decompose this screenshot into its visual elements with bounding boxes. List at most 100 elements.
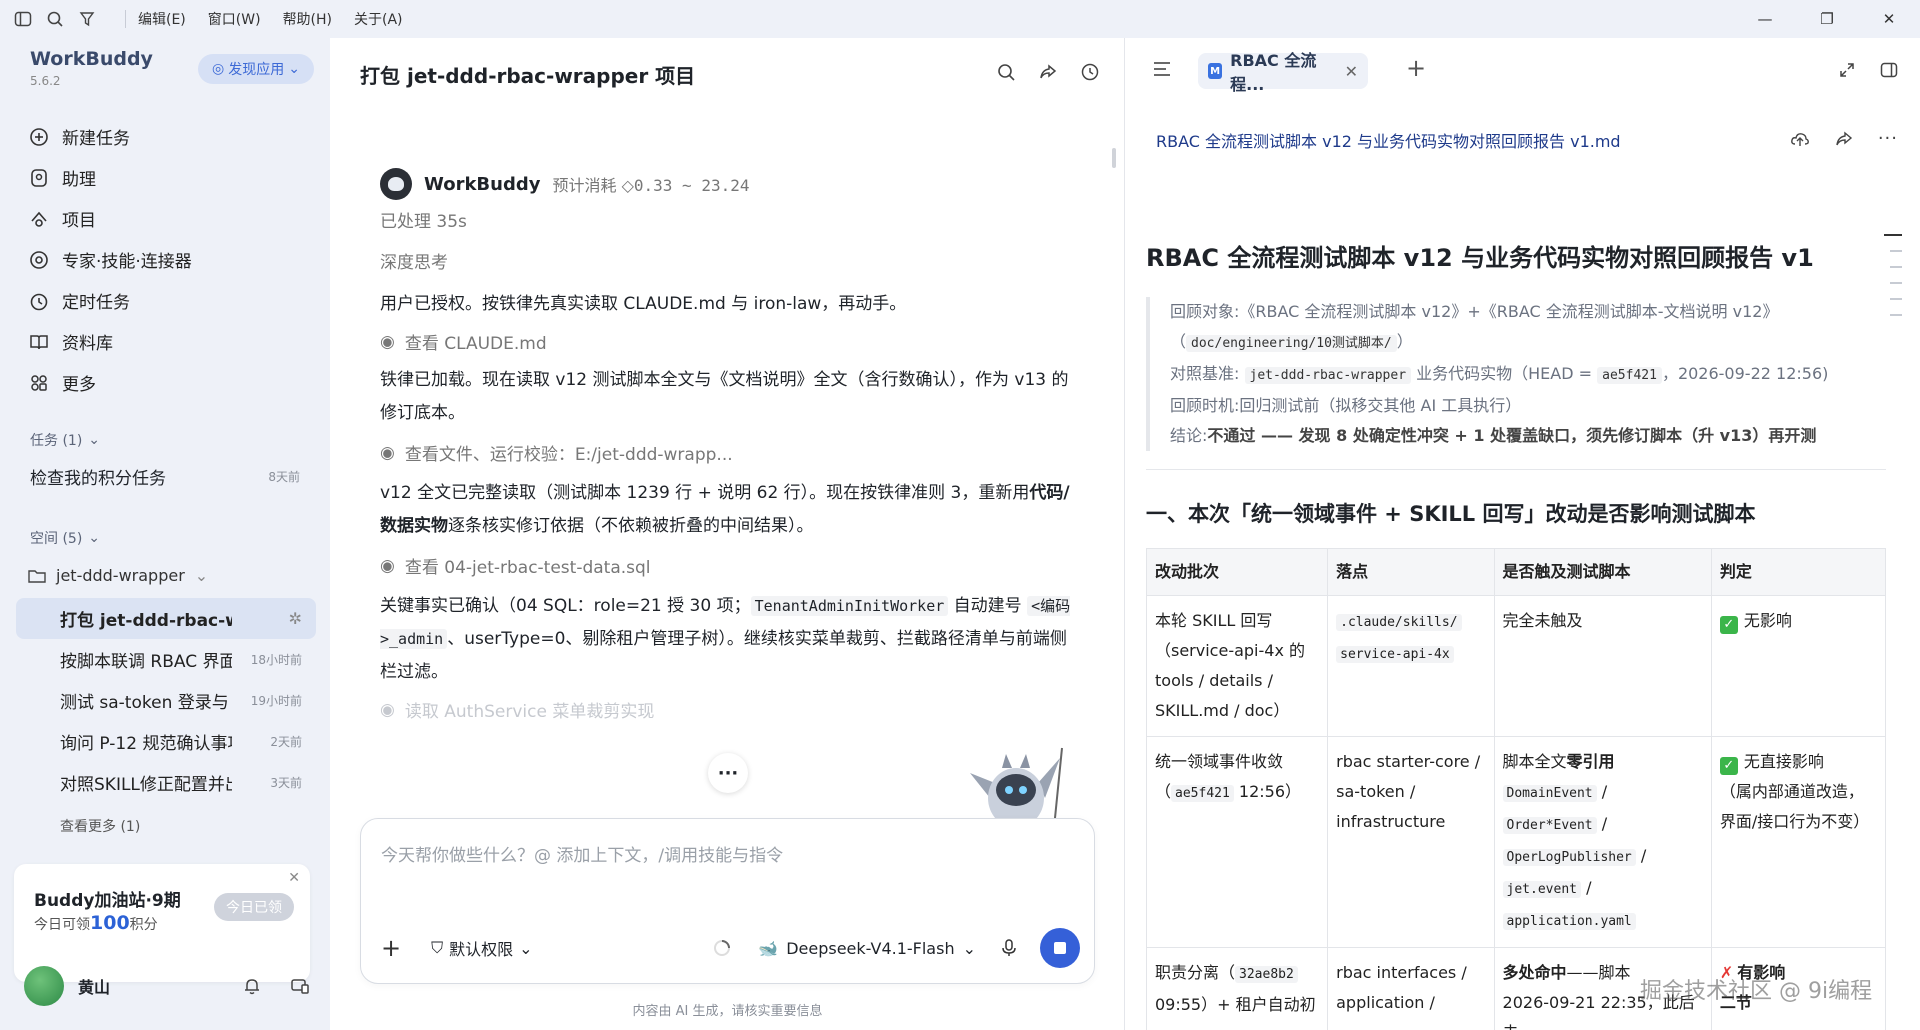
outline-marker bbox=[1890, 266, 1902, 268]
menu-about[interactable]: 关于(A) bbox=[354, 9, 403, 29]
project-time: 3天前 bbox=[270, 776, 302, 790]
project-item[interactable]: 对照SKILL修正配置并出报 3天前 bbox=[16, 762, 316, 803]
project-label: 测试 sa-token 登录与 bbox=[60, 693, 229, 713]
inline-code: Order*Event bbox=[1502, 817, 1597, 834]
menu-lines-icon[interactable] bbox=[1152, 60, 1172, 78]
search-icon[interactable] bbox=[996, 62, 1016, 82]
add-attachment-icon[interactable]: + bbox=[381, 934, 401, 962]
more-options-button[interactable]: ··· bbox=[708, 753, 748, 793]
table-header-row: 改动批次 落点 是否触及测试脚本 判定 bbox=[1145, 548, 1887, 596]
space-folder-label: jet-ddd-wrapper bbox=[56, 566, 185, 585]
chevron-down-icon: ⌄ bbox=[962, 938, 976, 958]
table-cell: rbac starter-core / sa-token / infrastru… bbox=[1327, 736, 1495, 948]
chat-panel: 打包 jet-ddd-rbac-wrapper 项目 WorkBuddy 预计消… bbox=[330, 38, 1125, 1030]
share-icon[interactable] bbox=[1038, 62, 1058, 82]
menu-help[interactable]: 帮助(H) bbox=[283, 9, 332, 29]
model-selector[interactable]: 🐋 Deepseek-V4.1-Flash ⌄ bbox=[712, 938, 976, 958]
table-row: 本轮 SKILL 回写（service-api-4x 的 tools / det… bbox=[1145, 595, 1887, 737]
nav-experts[interactable]: 专家·技能·连接器 bbox=[28, 239, 318, 280]
nav-library[interactable]: 资料库 bbox=[28, 321, 318, 362]
device-icon[interactable] bbox=[290, 976, 310, 996]
outline-marker bbox=[1890, 298, 1902, 300]
processed-time: 已处理 35s bbox=[380, 212, 467, 232]
promo-points: 100 bbox=[90, 912, 130, 934]
scrollbar[interactable] bbox=[1112, 148, 1116, 168]
project-item[interactable]: 按脚本联调 RBAC 界面 18小时前 bbox=[16, 639, 316, 680]
nav-more[interactable]: 更多 bbox=[28, 362, 318, 403]
upload-cloud-icon[interactable] bbox=[1790, 128, 1810, 149]
minimize-icon[interactable]: — bbox=[1734, 0, 1796, 38]
folder-icon bbox=[28, 569, 46, 583]
more-icon[interactable]: ··· bbox=[1878, 128, 1898, 149]
message-area: WorkBuddy 预计消耗 ◇0.33 ~ 23.24 已处理 35s 深度思… bbox=[380, 168, 1080, 722]
table-cell: 完全未触及 bbox=[1493, 595, 1712, 737]
close-icon[interactable]: ✕ bbox=[1858, 0, 1920, 38]
close-icon[interactable]: ✕ bbox=[1345, 62, 1358, 81]
bot-avatar bbox=[380, 168, 412, 200]
project-item[interactable]: 测试 sa-token 登录与 19小时前 bbox=[16, 680, 316, 721]
tasks-section-header[interactable]: 任务 (1) ⌄ bbox=[30, 430, 100, 450]
tool-call[interactable]: ◉ 查看文件、运行校验：E:/jet-ddd-wrapp... bbox=[380, 440, 1080, 466]
tool-call[interactable]: ◉ 读取 AuthService 菜单裁剪实现 bbox=[380, 697, 1080, 723]
watermark: 掘金技术社区 @ 9i编程 bbox=[1640, 979, 1873, 1004]
restore-icon[interactable]: ❐ bbox=[1796, 0, 1858, 38]
permission-dropdown[interactable]: ⛉ 默认权限 ⌄ bbox=[431, 936, 532, 960]
loading-spinner-icon bbox=[714, 940, 731, 956]
verdict-note: （属内部通道改造，界面/接口行为不变） bbox=[1719, 782, 1870, 831]
promo-card: ✕ Buddy加油站·9期 今日可领100积分 今日已领 bbox=[14, 864, 310, 982]
panel-toggle-icon[interactable] bbox=[1880, 61, 1898, 79]
project-item[interactable]: 打包 jet-ddd-rbac-wrapper 项目 ✲ bbox=[16, 598, 316, 639]
share-icon[interactable] bbox=[1834, 128, 1854, 149]
avatar[interactable] bbox=[24, 966, 64, 1006]
quote-conclusion: 不通过 —— 发现 8 处确定性冲突 + 1 处覆盖缺口，须先修订脚本（升 v1… bbox=[1207, 426, 1817, 445]
table-cell: 统一领域事件收敛（ ae5f421 12:56） bbox=[1145, 736, 1329, 948]
nav-assistant[interactable]: 助理 bbox=[28, 157, 318, 198]
tool-label: 读取 AuthService 菜单裁剪实现 bbox=[404, 702, 655, 722]
inline-code: .claude/skills/ bbox=[1336, 614, 1462, 631]
quote-text: 《RBAC 全流程测试脚本 v12》+《RBAC 全流程测试脚本-文档说明 v1… bbox=[1239, 302, 1779, 321]
tool-call[interactable]: ◉ 查看 CLAUDE.md bbox=[380, 329, 1080, 355]
task-item[interactable]: 检查我的积分任务 8天前 bbox=[30, 464, 300, 489]
spaces-title: 空间 (5) bbox=[30, 531, 83, 547]
text-bold: 零引用 bbox=[1566, 752, 1615, 771]
doc-blockquote: 回顾对象:《RBAC 全流程测试脚本 v12》+《RBAC 全流程测试脚本-文档… bbox=[1146, 297, 1886, 451]
thinking-toggle[interactable]: 深度思考 bbox=[380, 247, 1080, 280]
cost-value: 0.33 ~ 23.24 bbox=[633, 176, 750, 195]
stop-button[interactable] bbox=[1040, 928, 1080, 968]
spaces-section-header[interactable]: 空间 (5) ⌄ bbox=[30, 528, 100, 548]
new-tab-icon[interactable]: + bbox=[1406, 54, 1426, 82]
nav-projects[interactable]: 项目 bbox=[28, 198, 318, 239]
inline-code: service-api-4x bbox=[1336, 646, 1454, 663]
project-item[interactable]: 询问 P-12 规范确认事项 2天前 bbox=[16, 721, 316, 762]
search-icon[interactable] bbox=[46, 10, 64, 28]
claim-button[interactable]: 今日已领 bbox=[214, 893, 294, 921]
bot-header: WorkBuddy 预计消耗 ◇0.33 ~ 23.24 bbox=[380, 168, 1080, 200]
history-icon[interactable] bbox=[1080, 62, 1100, 82]
inline-code: application.yaml bbox=[1502, 913, 1636, 930]
expand-icon[interactable] bbox=[1838, 61, 1856, 79]
menu-window[interactable]: 窗口(W) bbox=[208, 9, 261, 29]
doc-heading-2: 一、本次「统一领域事件 + SKILL 回写」改动是否影响测试脚本 bbox=[1146, 502, 1756, 526]
outline-minimap[interactable] bbox=[1884, 234, 1902, 316]
discover-apps-button[interactable]: ◎ 发现应用 ⌄ bbox=[198, 54, 314, 84]
doc-tab[interactable]: M RBAC 全流程... ✕ bbox=[1198, 51, 1368, 94]
project-time: 2天前 bbox=[270, 735, 302, 749]
nav-scheduled[interactable]: 定时任务 bbox=[28, 280, 318, 321]
nav-label: 助理 bbox=[62, 170, 96, 190]
tool-call[interactable]: ◉ 查看 04-jet-rbac-test-data.sql bbox=[380, 553, 1080, 579]
filter-icon[interactable] bbox=[78, 10, 96, 28]
text-segment: 12:56） bbox=[1233, 782, 1302, 801]
divider bbox=[125, 10, 126, 28]
see-more-link[interactable]: 查看更多 (1) bbox=[60, 816, 140, 836]
bell-icon[interactable] bbox=[242, 976, 262, 996]
project-icon bbox=[31, 211, 47, 227]
sidebar-toggle-icon[interactable] bbox=[14, 10, 32, 28]
menu-edit[interactable]: 编辑(E) bbox=[138, 9, 186, 29]
quote-line: 回顾时机:回归测试前（拟移交其他 AI 工具执行） bbox=[1170, 391, 1886, 421]
chat-input[interactable]: 今天帮你做些什么？@ 添加上下文，/调用技能与指令 bbox=[381, 841, 783, 866]
table-header: 落点 bbox=[1327, 548, 1495, 596]
nav-new-task[interactable]: 新建任务 bbox=[28, 116, 318, 157]
close-icon[interactable]: ✕ bbox=[288, 870, 300, 886]
microphone-icon[interactable] bbox=[1000, 938, 1018, 958]
space-folder[interactable]: jet-ddd-wrapper ⌄ bbox=[28, 566, 208, 585]
